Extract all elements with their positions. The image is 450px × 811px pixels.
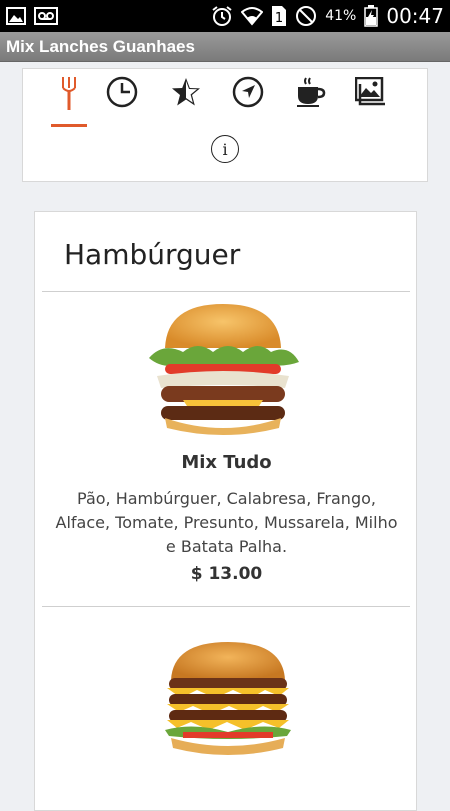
fork-icon	[59, 76, 79, 114]
alarm-icon	[211, 5, 233, 27]
image-icon	[6, 7, 26, 25]
clock-icon	[106, 76, 138, 112]
item-name: Mix Tudo	[181, 452, 272, 473]
info-icon: i	[222, 139, 228, 159]
navigation-arrow-icon	[232, 76, 264, 112]
status-bar: 1 41% 00:47	[0, 0, 450, 32]
nav-card: i	[22, 68, 428, 182]
sim-1-icon: 1	[271, 5, 287, 27]
menu-item[interactable]: Mix Tudo	[35, 452, 418, 473]
wifi-icon	[241, 6, 264, 26]
tab-menu[interactable]	[49, 75, 89, 127]
item-price-block: $ 13.00	[35, 564, 418, 584]
battery-percent: 41%	[325, 8, 357, 24]
coffee-cup-icon	[294, 76, 326, 112]
info-button[interactable]: i	[211, 135, 239, 163]
divider	[42, 606, 410, 607]
gallery-icon	[354, 76, 387, 111]
item-description-block: Pão, Hambúrguer, Calabresa, Frango, Alfa…	[35, 487, 418, 559]
clock-time: 00:47	[386, 4, 444, 28]
menu-card: Hambúrguer Mix Tudo Pão, Hambúrguer, Cal…	[34, 211, 417, 811]
do-not-disturb-icon	[295, 5, 317, 27]
mix-tudo-image	[143, 302, 303, 441]
status-left	[6, 7, 58, 25]
burger-image	[153, 642, 303, 766]
tab-gallery[interactable]	[351, 74, 391, 114]
tab-hours[interactable]	[102, 74, 142, 114]
divider	[42, 291, 410, 292]
voicemail-icon	[34, 7, 58, 25]
tab-location[interactable]	[228, 74, 268, 114]
app-bar: Mix Lanches Guanhaes	[0, 32, 450, 62]
star-icon	[170, 76, 202, 112]
item-description: Pão, Hambúrguer, Calabresa, Frango, Alfa…	[55, 489, 398, 556]
app-title: Mix Lanches Guanhaes	[6, 36, 195, 56]
battery-icon	[364, 5, 379, 27]
item-price: $ 13.00	[190, 564, 263, 584]
status-right: 1 41% 00:47	[211, 4, 444, 28]
category-title: Hambúrguer	[64, 238, 241, 271]
tab-drinks[interactable]	[290, 74, 330, 114]
tab-reviews[interactable]	[166, 74, 206, 114]
svg-text:1: 1	[275, 11, 283, 26]
